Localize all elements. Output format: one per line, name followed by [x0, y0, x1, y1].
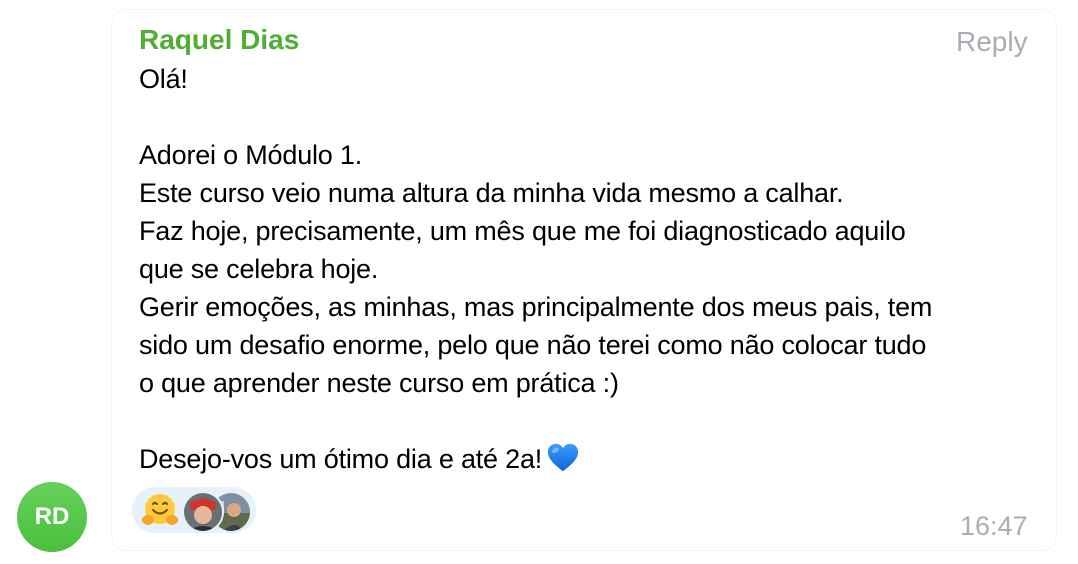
message-body: Olá! Adorei o Módulo 1. Este curso veio …	[139, 64, 933, 474]
reactions-pill[interactable]	[132, 487, 256, 533]
reply-button[interactable]: Reply	[956, 24, 1028, 60]
blue-heart-icon	[547, 443, 579, 472]
user-photo-icon	[184, 493, 222, 531]
hugging-face-icon	[142, 494, 178, 525]
message-text: Olá! Adorei o Módulo 1. Este curso veio …	[139, 60, 1039, 478]
message-time: 16:47	[960, 511, 1028, 541]
avatar-initials: RD	[34, 503, 70, 530]
sender-name[interactable]: Raquel Dias	[139, 22, 299, 58]
avatar[interactable]: RD	[17, 482, 87, 552]
reactor-avatar	[182, 491, 224, 533]
